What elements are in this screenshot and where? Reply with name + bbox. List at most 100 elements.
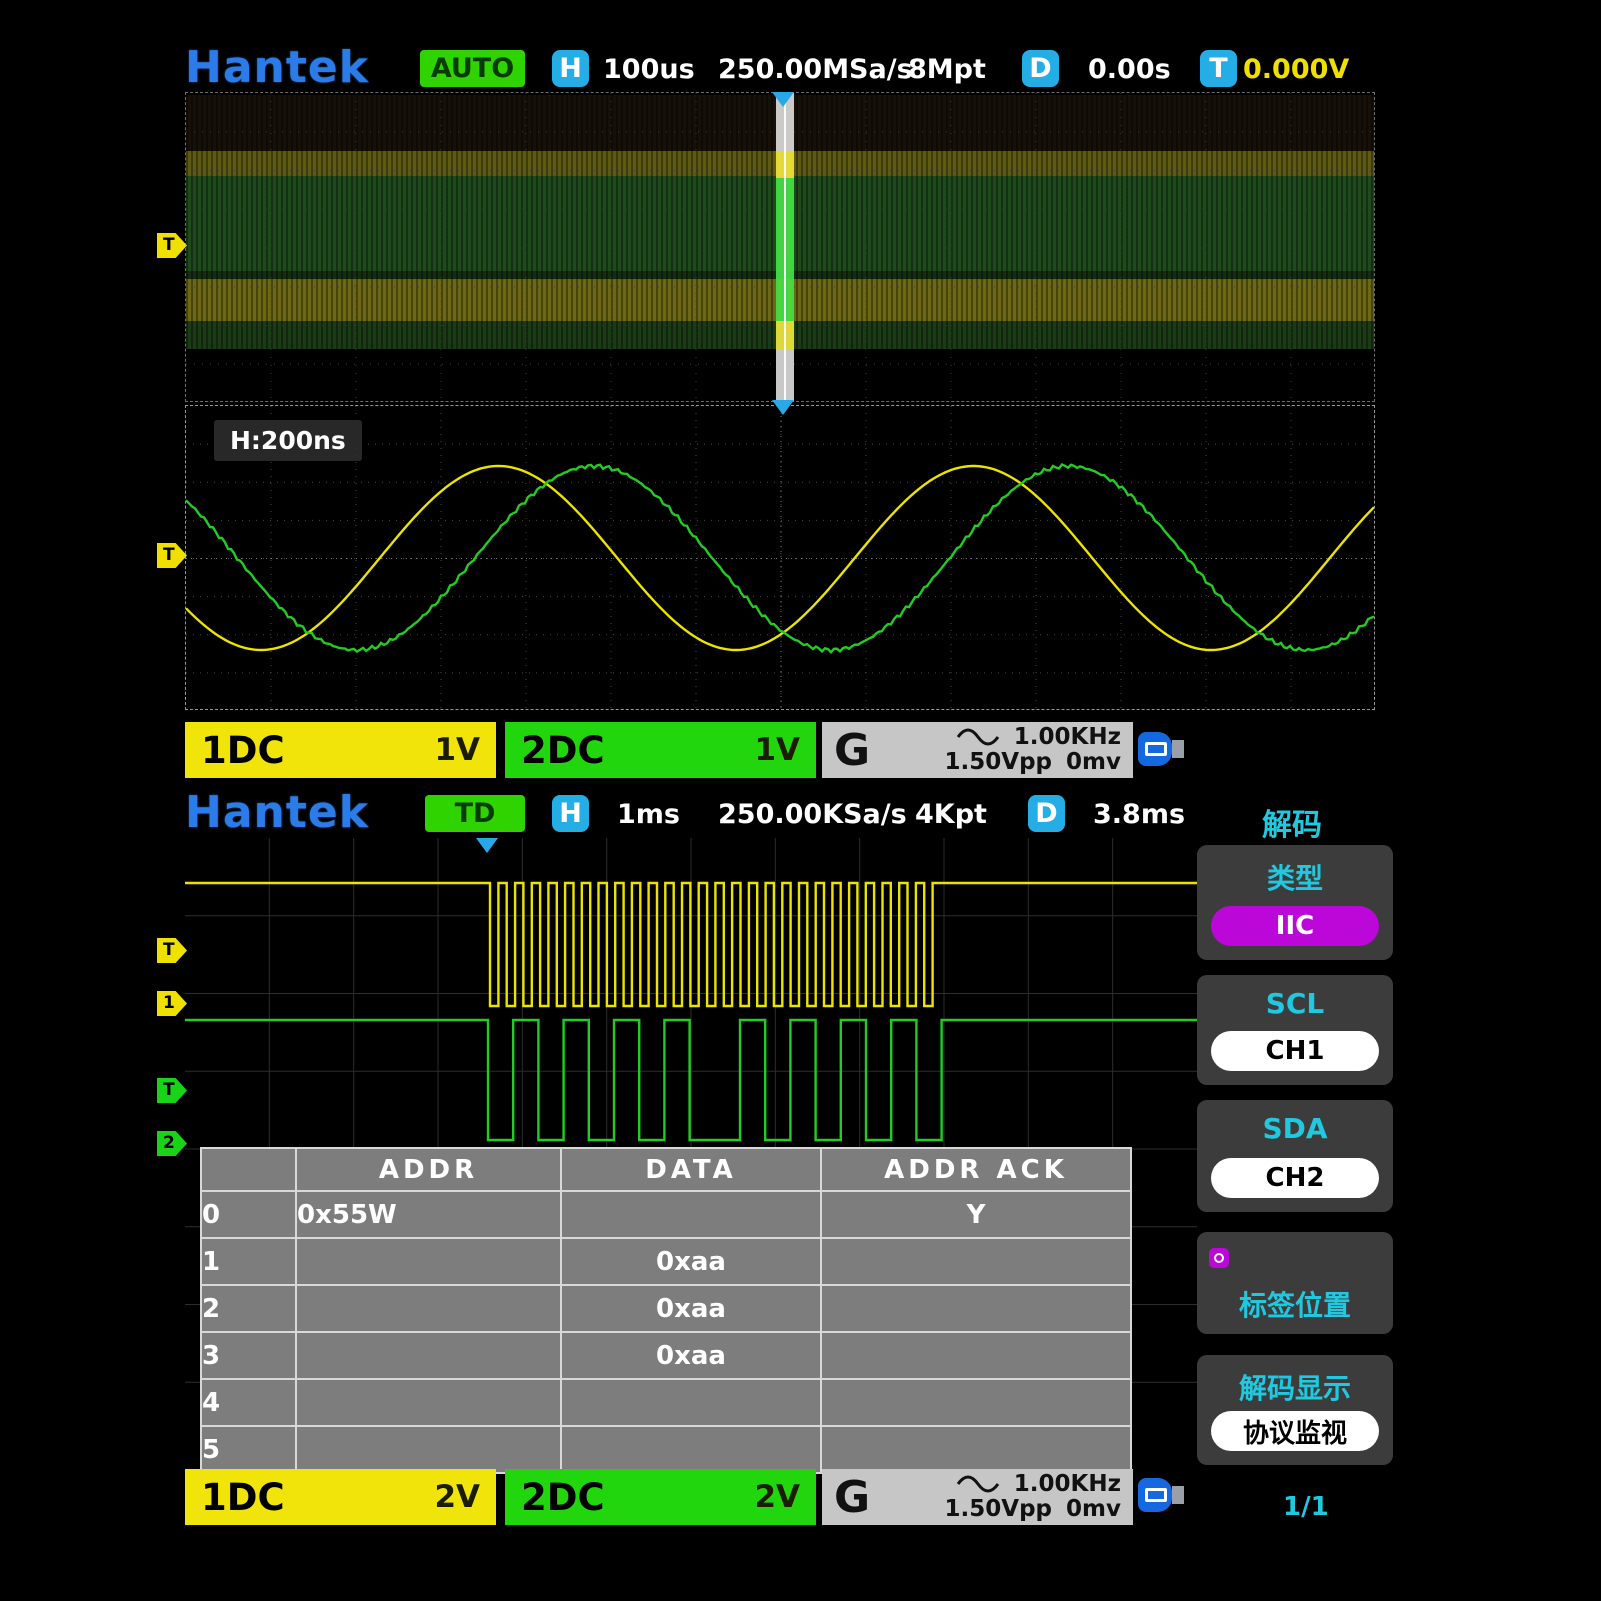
decode-table: ADDRDATAADDR ACK 00x55W Y 1 0xaa20xaa3 0xaa 4… [200,1147,1132,1474]
table-cell-data: 0xaa [561,1332,821,1379]
zoom-position-marker-icon[interactable] [772,92,794,107]
table-cell-idx: 4 [201,1379,296,1426]
scl-label: SCL [1197,987,1393,1020]
generator-amp-top: 1.50Vpp [945,750,1052,775]
table-cell-idx: 5 [201,1426,296,1473]
table-cell-data [561,1191,821,1238]
menu-panel-label-position[interactable]: 标签位置 [1197,1232,1393,1334]
table-cell-addr [296,1285,561,1332]
sine-icon [956,728,1000,746]
decode-display-value-pill[interactable]: 协议监视 [1211,1411,1379,1451]
ch2-box-top[interactable]: 2DC 1V [505,722,816,778]
decode-menu-title: 解码 [1262,800,1322,844]
decode-table-head: ADDRDATAADDR ACK [201,1148,1131,1191]
table-row: 5 [201,1426,1131,1473]
horizontal-badge-top: H [552,50,589,87]
table-cell-addr [296,1332,561,1379]
memdepth-readout-bottom: 4Kpt [915,799,987,830]
decode-display-label: 解码显示 [1197,1367,1393,1407]
table-cell-addr [296,1379,561,1426]
trigger-level-marker-zoom[interactable]: T [157,543,187,568]
sda-value-pill[interactable]: CH2 [1211,1158,1379,1198]
main-record-view [185,92,1375,402]
table-cell-ack [821,1285,1131,1332]
delay-readout-bottom: 3.8ms [1093,799,1185,830]
generator-box-top[interactable]: G 1.00KHz 1.50Vpp 0mv [822,722,1133,778]
label-position-icon [1209,1248,1229,1268]
table-row: 00x55W Y [201,1191,1131,1238]
ch2-label-top: 2DC [521,729,605,772]
timebase-readout-bottom: 1ms [617,799,680,830]
generator-freq-top: 1.00KHz [1014,725,1121,750]
menu-panel-decode-display[interactable]: 解码显示 协议监视 [1197,1355,1393,1465]
table-cell-data [561,1426,821,1473]
brand-logo-top: Hantek [185,42,369,93]
table-header-cell [201,1148,296,1191]
timebase-readout-top: 100us [603,54,695,85]
samplerate-readout-bottom: 250.00KSa/s [718,799,907,830]
ch1-box-top[interactable]: 1DC 1V [185,722,496,778]
ch1-box-bottom[interactable]: 1DC 2V [185,1469,496,1525]
scl-value-pill[interactable]: CH1 [1211,1031,1379,1071]
table-cell-addr [296,1426,561,1473]
sda-label: SDA [1197,1112,1393,1145]
ch1-ground-marker[interactable]: 1 [157,991,187,1016]
page-indicator: 1/1 [1283,1492,1329,1522]
type-label: 类型 [1197,857,1393,897]
trigger-status-badge-bottom: TD [425,795,525,832]
generator-box-bottom[interactable]: G 1.00KHz 1.50Vpp 0mv [822,1469,1133,1525]
samplerate-readout-top: 250.00MSa/s [718,54,913,85]
menu-panel-scl[interactable]: SCL CH1 [1197,975,1393,1085]
type-value-pill[interactable]: IIC [1211,906,1379,946]
table-cell-ack [821,1332,1131,1379]
table-cell-idx: 0 [201,1191,296,1238]
generator-offset-top: 0mv [1066,750,1121,775]
table-cell-ack [821,1379,1131,1426]
usb-icon-top [1138,732,1186,766]
table-header-cell: ADDR [296,1148,561,1191]
ch1-label-top: 1DC [201,729,285,772]
table-cell-idx: 3 [201,1332,296,1379]
generator-offset-bottom: 0mv [1066,1497,1121,1522]
trigger-level-marker-main[interactable]: T [157,233,187,258]
generator-g-label-bottom: G [834,1472,870,1523]
trigger-status-badge-top: AUTO [420,50,525,87]
trigger-level-marker-ch1[interactable]: T [157,938,187,963]
ch2-box-bottom[interactable]: 2DC 2V [505,1469,816,1525]
zoom-view: H:200ns [185,405,1375,710]
table-row: 20xaa [201,1285,1131,1332]
ch1-scale-top: 1V [434,732,480,768]
decode-table-body: 00x55W Y 1 0xaa20xaa3 0xaa 45 [201,1191,1131,1473]
zoom-timebase-label: H:200ns [214,420,362,461]
menu-panel-type[interactable]: 类型 IIC [1197,845,1393,960]
delay-readout-top: 0.00s [1088,54,1171,85]
trigger-badge-top: T [1200,50,1237,87]
table-cell-idx: 2 [201,1285,296,1332]
table-cell-addr: 0x55W [296,1191,561,1238]
menu-panel-sda[interactable]: SDA CH2 [1197,1100,1393,1212]
table-row: 4 [201,1379,1131,1426]
table-row: 1 0xaa [201,1238,1131,1285]
delay-badge-top: D [1022,50,1059,87]
table-cell-idx: 1 [201,1238,296,1285]
memdepth-readout-top: 8Mpt [908,54,986,85]
ch2-label-bottom: 2DC [521,1476,605,1519]
trigger-position-marker-bottom[interactable] [476,838,498,853]
delay-badge-bottom: D [1028,795,1065,832]
trigger-level-marker-ch2[interactable]: T [157,1078,187,1103]
label-position-text: 标签位置 [1197,1284,1393,1324]
table-header-cell: DATA [561,1148,821,1191]
table-cell-data [561,1379,821,1426]
ch1-scale-bottom: 2V [434,1479,480,1515]
trigger-level-readout-top: 0.000V [1243,54,1349,85]
generator-g-label-top: G [834,725,870,776]
zoom-position-marker2-icon [772,400,794,415]
ch2-ground-marker[interactable]: 2 [157,1131,187,1156]
ch2-scale-bottom: 2V [754,1479,800,1515]
table-cell-data: 0xaa [561,1238,821,1285]
brand-logo-bottom: Hantek [185,787,369,838]
generator-freq-bottom: 1.00KHz [1014,1472,1121,1497]
screen: Hantek AUTO H 100us 250.00MSa/s 8Mpt D 0… [0,0,1601,1601]
table-row: 3 0xaa [201,1332,1131,1379]
table-cell-ack: Y [821,1191,1131,1238]
